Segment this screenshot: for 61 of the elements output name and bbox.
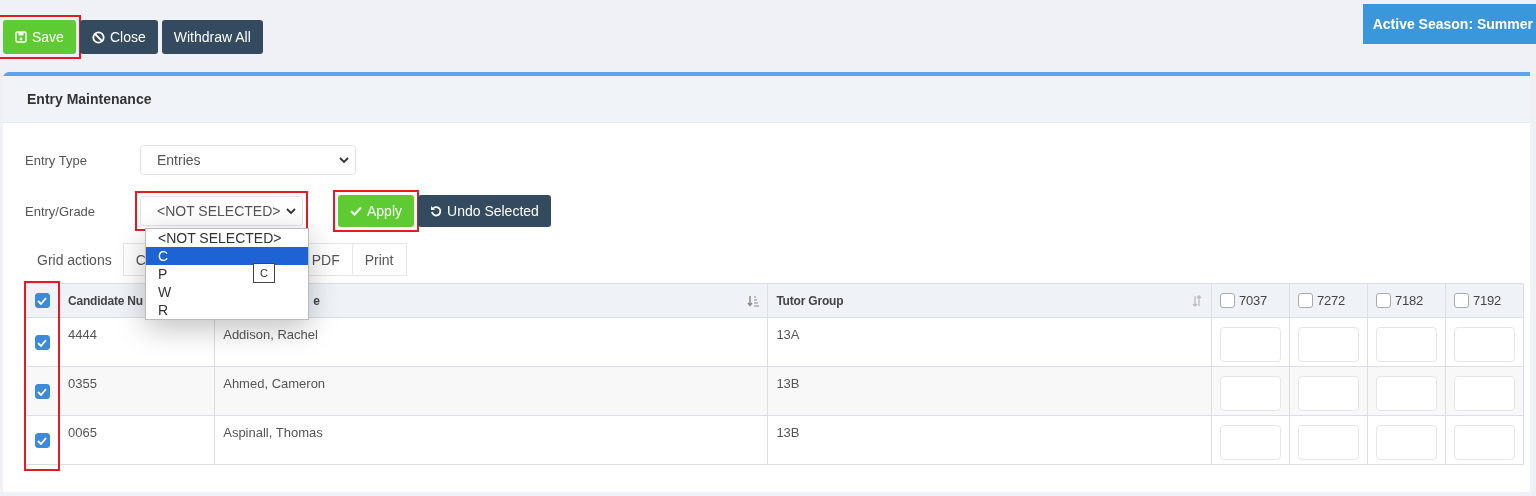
chevron-icon — [339, 156, 349, 164]
grade-input-field[interactable] — [1297, 327, 1359, 362]
sort-icon[interactable] — [1190, 294, 1203, 307]
row-checkbox[interactable] — [35, 335, 50, 351]
column-checkbox[interactable] — [1453, 293, 1469, 308]
column-header: 7272 — [1316, 293, 1346, 308]
table-cell: 0065 — [67, 425, 97, 440]
grid-actions-label: Grid actions — [36, 251, 113, 268]
table-cell: Addison, Rachel — [223, 327, 318, 342]
column-header: Tutor Group — [776, 293, 844, 308]
table-cell: 13A — [776, 327, 800, 342]
ban-icon — [91, 30, 105, 44]
column-header: 7182 — [1394, 293, 1424, 308]
dropdown-option[interactable]: C — [158, 248, 169, 264]
table-cell: 4444 — [67, 327, 97, 342]
column-header: Candidate Nu — [67, 293, 143, 308]
undo-button[interactable]: Undo Selected — [418, 195, 551, 227]
sort-icon[interactable] — [747, 294, 760, 307]
select-field[interactable]: Entries — [140, 145, 356, 175]
table-cell: 13B — [776, 376, 800, 391]
grade-input-field[interactable] — [1219, 376, 1281, 411]
panel-title: Entry Maintenance — [27, 91, 152, 107]
select-all-checkbox[interactable] — [35, 293, 50, 309]
season-badge: Active Season: Summer — [1362, 4, 1536, 44]
column-header: 7037 — [1238, 293, 1268, 308]
table-cell: Aspinall, Thomas — [223, 425, 323, 440]
check-icon — [350, 206, 362, 216]
grade-input-field[interactable] — [1453, 327, 1515, 362]
select-field[interactable]: <NOT SELECTED> — [140, 196, 303, 226]
chevron-icon — [286, 207, 296, 215]
grade-input-field[interactable] — [1297, 425, 1359, 460]
toolbar-button[interactable]: Close — [79, 20, 158, 54]
column-header: 7192 — [1472, 293, 1502, 308]
grade-input-field[interactable] — [1219, 327, 1281, 362]
table-cell: 13B — [776, 425, 800, 440]
dropdown-option[interactable]: <NOT SELECTED> — [158, 230, 282, 246]
save-icon — [15, 31, 27, 43]
table-cell: 0355 — [67, 376, 97, 391]
grade-input-field[interactable] — [1453, 376, 1515, 411]
grid-action-button[interactable]: Print — [351, 243, 407, 276]
row-checkbox[interactable] — [35, 384, 50, 400]
dropdown-option[interactable]: W — [158, 284, 172, 300]
column-checkbox[interactable] — [1297, 293, 1313, 308]
grade-input-field[interactable] — [1219, 425, 1281, 460]
toolbar-button[interactable]: Withdraw All — [161, 20, 263, 54]
column-header: e — [312, 293, 320, 308]
row-checkbox[interactable] — [35, 433, 50, 449]
column-checkbox[interactable] — [1375, 293, 1391, 308]
field-label: Entry/Grade — [24, 203, 97, 219]
undo-icon — [430, 205, 443, 217]
dropdown-option[interactable]: R — [158, 302, 169, 318]
column-checkbox[interactable] — [1219, 293, 1235, 308]
table-cell: Ahmed, Cameron — [223, 376, 326, 391]
grade-input-field[interactable] — [1375, 327, 1437, 362]
dropdown-option[interactable]: P — [158, 266, 168, 282]
field-label: Entry Type — [24, 152, 88, 168]
grade-input-field[interactable] — [1453, 425, 1515, 460]
grade-input-field[interactable] — [1297, 376, 1359, 411]
tooltip: C — [253, 263, 275, 283]
grade-input-field[interactable] — [1375, 425, 1437, 460]
grade-input-field[interactable] — [1375, 376, 1437, 411]
